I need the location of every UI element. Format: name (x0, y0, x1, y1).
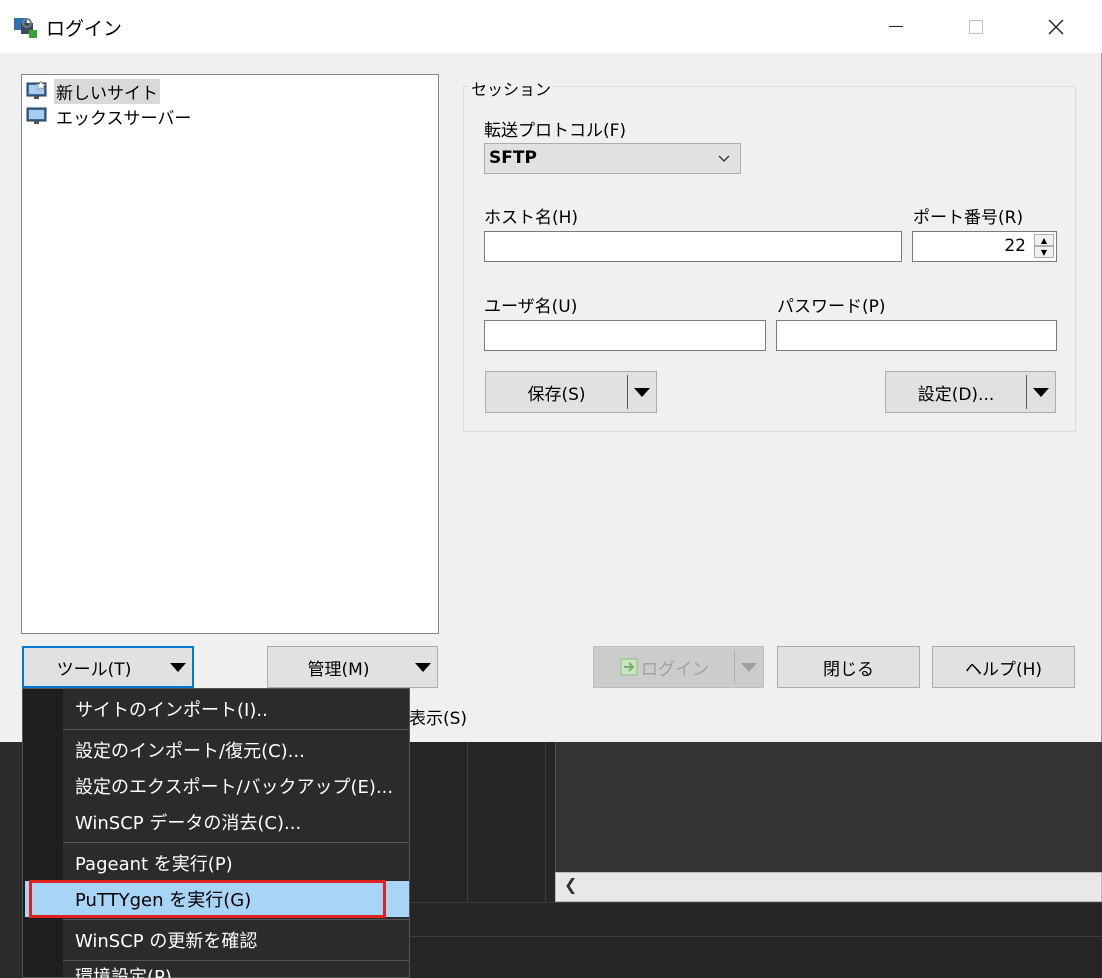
login-dialog: ログイン 新しいサイト エックスサーバー セッション 転送プロトコル(F) SF… (0, 0, 1102, 742)
menu-item-clear-data[interactable]: WinSCP データの消去(C)... (63, 804, 410, 840)
background-divider (410, 902, 1102, 903)
tree-item-new-site[interactable]: 新しいサイト (26, 78, 160, 104)
window-title: ログイン (46, 18, 123, 40)
show-checkbox-label[interactable]: 表示(S) (409, 704, 467, 729)
save-button-label: 保存(S) (527, 384, 586, 405)
background-panel (555, 740, 1102, 872)
help-button-label: ヘルプ(H) (964, 659, 1043, 680)
scroll-left-icon[interactable]: ❮ (564, 875, 577, 894)
maximize-icon[interactable] (946, 0, 1006, 53)
tools-button-label: ツール(T) (56, 659, 132, 680)
manage-button[interactable]: 管理(M) (267, 646, 438, 688)
background-divider (545, 742, 546, 902)
menu-separator (63, 960, 410, 961)
protocol-select[interactable]: SFTP (484, 143, 741, 174)
menu-item-run-pageant[interactable]: Pageant を実行(P) (63, 845, 410, 881)
session-legend: セッション (469, 76, 554, 100)
spin-up-icon[interactable]: ▲ (1034, 234, 1054, 246)
protocol-label: 転送プロトコル(F) (484, 121, 627, 141)
close-button-label: 閉じる (823, 659, 874, 680)
background-divider (410, 936, 1102, 937)
chevron-down-icon (718, 155, 730, 162)
settings-button[interactable]: 設定(D)... (885, 371, 1056, 413)
menu-separator (63, 842, 410, 843)
spin-down-icon[interactable]: ▼ (1034, 246, 1054, 258)
login-button[interactable]: ログイン (593, 646, 764, 688)
manage-button-label: 管理(M) (307, 659, 370, 680)
menu-item-export-settings[interactable]: 設定のエクスポート/バックアップ(E)... (63, 768, 410, 804)
tree-item-label: エックスサーバー (56, 108, 192, 129)
tools-button[interactable]: ツール(T) (22, 646, 194, 688)
app-icon (14, 18, 37, 38)
user-input[interactable] (484, 320, 766, 351)
dropdown-arrow-icon[interactable] (409, 662, 437, 672)
settings-button-label: 設定(D)... (917, 384, 995, 405)
dropdown-arrow-icon[interactable] (735, 662, 763, 672)
user-label: ユーザ名(U) (484, 297, 578, 317)
port-label: ポート番号(R) (913, 208, 1024, 228)
menu-item-import-settings[interactable]: 設定のインポート/復元(C)... (63, 732, 410, 768)
login-button-label: ログイン (641, 659, 709, 680)
highlight-annotation (29, 880, 386, 918)
menu-item-import-sites[interactable]: サイトのインポート(I).. (63, 691, 410, 727)
menu-item-preferences[interactable]: 環境設定(P)... (63, 963, 410, 978)
menu-separator (63, 919, 410, 920)
tools-menu: サイトのインポート(I).. 設定のインポート/復元(C)... 設定のエクスポ… (22, 688, 410, 978)
port-value: 22 (1004, 236, 1026, 256)
password-input[interactable] (776, 320, 1057, 351)
dropdown-arrow-icon[interactable] (1027, 387, 1055, 397)
save-button[interactable]: 保存(S) (485, 371, 657, 413)
port-stepper[interactable]: 22 ▲ ▼ (912, 231, 1057, 262)
background-divider (467, 742, 468, 902)
minimize-icon[interactable] (866, 0, 926, 53)
site-tree[interactable]: 新しいサイト エックスサーバー (21, 74, 439, 634)
login-button-content: ログイン (594, 655, 734, 680)
background-left-panel (0, 738, 22, 978)
monitor-new-site-icon (26, 81, 47, 99)
login-icon (620, 658, 638, 676)
tree-item-label: 新しいサイト (54, 78, 160, 104)
close-icon[interactable] (1026, 0, 1086, 53)
dropdown-arrow-icon[interactable] (164, 662, 192, 672)
dropdown-arrow-icon[interactable] (628, 387, 656, 397)
host-input[interactable] (484, 231, 902, 262)
protocol-value: SFTP (489, 148, 537, 168)
background-scrollbar[interactable]: ❮ (555, 872, 1102, 902)
password-label: パスワード(P) (777, 297, 886, 317)
menu-separator (63, 729, 410, 730)
title-bar[interactable]: ログイン (0, 0, 1102, 53)
tree-item-xserver[interactable]: エックスサーバー (26, 104, 193, 129)
menu-item-check-updates[interactable]: WinSCP の更新を確認 (63, 922, 410, 958)
monitor-icon (26, 107, 47, 124)
close-button[interactable]: 閉じる (777, 646, 920, 688)
host-label: ホスト名(H) (484, 208, 579, 228)
menu-gutter (23, 689, 63, 977)
help-button[interactable]: ヘルプ(H) (932, 646, 1075, 688)
